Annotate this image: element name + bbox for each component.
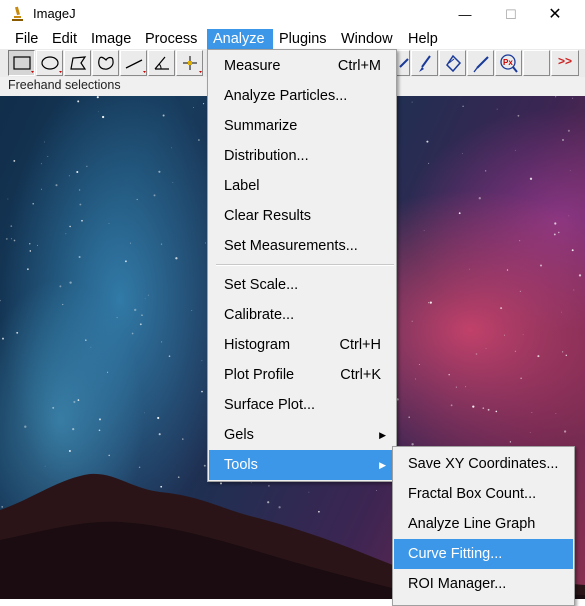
menu-item-label: Calibrate... bbox=[224, 307, 295, 323]
menu-item-gels[interactable]: Gels ▶ bbox=[209, 420, 395, 450]
menu-item-shortcut: Ctrl+K bbox=[340, 367, 381, 383]
submenu-item-fractal-box-count[interactable]: Fractal Box Count... bbox=[394, 479, 573, 509]
menu-item-set-measurements[interactable]: Set Measurements... bbox=[209, 231, 395, 261]
brush-tool-button[interactable] bbox=[411, 50, 438, 76]
menu-item-label: Tools bbox=[224, 457, 258, 473]
oval-tool-button[interactable] bbox=[36, 50, 63, 76]
menu-item-clear-results[interactable]: Clear Results bbox=[209, 201, 395, 231]
menu-item-label: Distribution... bbox=[224, 148, 309, 164]
menu-window[interactable]: Window bbox=[336, 29, 401, 49]
paintbrush-icon bbox=[419, 55, 431, 72]
submenu-item-label: Curve Fitting... bbox=[408, 546, 503, 562]
line-tool-button[interactable] bbox=[120, 50, 147, 76]
menu-item-label: Clear Results bbox=[224, 208, 312, 224]
menu-item-label: Summarize bbox=[224, 118, 298, 134]
submenu-arrow-icon: ▶ bbox=[379, 430, 386, 440]
svg-text:Px: Px bbox=[503, 58, 513, 67]
microscope-icon bbox=[12, 6, 23, 21]
oval-selection-icon bbox=[41, 56, 62, 73]
wand-tool-button[interactable] bbox=[396, 50, 410, 76]
point-tool-button[interactable] bbox=[176, 50, 203, 76]
freehand-tool-button[interactable] bbox=[92, 50, 119, 76]
menu-plugins[interactable]: Plugins bbox=[274, 29, 335, 49]
menu-item-label: Measure bbox=[224, 58, 281, 74]
pixel-inspector-icon: Px bbox=[500, 54, 518, 73]
minimize-button[interactable]: — bbox=[442, 0, 488, 29]
menu-help[interactable]: Help bbox=[402, 29, 448, 49]
dropper-tool-button[interactable] bbox=[467, 50, 494, 76]
point-tool-icon bbox=[183, 56, 202, 73]
color-picker-icon bbox=[473, 56, 489, 73]
tools-submenu: Save XY Coordinates... Fractal Box Count… bbox=[392, 446, 575, 606]
menu-item-label: Label bbox=[224, 178, 260, 194]
pixel-inspector-button[interactable]: Px bbox=[495, 50, 522, 76]
menu-item-label: Set Scale... bbox=[224, 277, 299, 293]
submenu-item-save-xy-coordinates[interactable]: Save XY Coordinates... bbox=[394, 449, 573, 479]
window-title: ImageJ bbox=[33, 6, 76, 21]
empty-tool-slot[interactable] bbox=[523, 50, 550, 76]
menu-item-summarize[interactable]: Summarize bbox=[209, 111, 395, 141]
submenu-item-curve-fitting[interactable]: Curve Fitting... bbox=[394, 539, 573, 569]
submenu-arrow-icon: ▶ bbox=[379, 460, 386, 470]
angle-tool-icon bbox=[154, 56, 169, 70]
menu-item-label: Plot Profile bbox=[224, 367, 295, 383]
menu-item-label: Surface Plot... bbox=[224, 397, 316, 413]
submenu-item-analyze-line-graph[interactable]: Analyze Line Graph bbox=[394, 509, 573, 539]
more-tools-label: >> bbox=[558, 54, 573, 68]
submenu-item-label: Save XY Coordinates... bbox=[408, 456, 559, 472]
menu-item-histogram[interactable]: Histogram Ctrl+H bbox=[209, 330, 395, 360]
menu-item-calibrate[interactable]: Calibrate... bbox=[209, 300, 395, 330]
menu-item-set-scale[interactable]: Set Scale... bbox=[209, 270, 395, 300]
menu-item-shortcut: Ctrl+M bbox=[337, 58, 381, 74]
menu-separator bbox=[216, 264, 394, 266]
status-bar-text: Freehand selections bbox=[8, 78, 121, 92]
menu-item-label: Set Measurements... bbox=[224, 238, 358, 254]
menu-bar: File Edit Image Process Analyze Plugins … bbox=[0, 29, 585, 49]
rectangle-tool-button[interactable] bbox=[8, 50, 35, 76]
more-tools-button[interactable]: >> bbox=[551, 50, 579, 76]
freehand-selection-icon bbox=[98, 56, 114, 70]
submenu-item-label: Fractal Box Count... bbox=[408, 486, 537, 502]
submenu-item-label: ROI Manager... bbox=[408, 576, 507, 592]
polygon-selection-icon bbox=[70, 56, 87, 70]
menu-item-shortcut: Ctrl+H bbox=[339, 337, 382, 353]
menu-analyze[interactable]: Analyze bbox=[207, 29, 273, 49]
menu-image[interactable]: Image bbox=[84, 29, 143, 49]
menu-item-analyze-particles[interactable]: Analyze Particles... bbox=[209, 81, 395, 111]
title-bar: ImageJ — ☐ ✕ bbox=[0, 0, 585, 29]
maximize-button[interactable]: ☐ bbox=[488, 0, 534, 29]
rectangle-selection-icon bbox=[13, 56, 34, 73]
angle-tool-button[interactable] bbox=[148, 50, 175, 76]
menu-process[interactable]: Process bbox=[139, 29, 209, 49]
fill-tool-button[interactable] bbox=[439, 50, 466, 76]
menu-file[interactable]: File bbox=[8, 29, 49, 49]
menu-item-measure[interactable]: Measure Ctrl+M bbox=[209, 51, 395, 81]
menu-item-distribution[interactable]: Distribution... bbox=[209, 141, 395, 171]
menu-item-label: Analyze Particles... bbox=[224, 88, 348, 104]
menu-item-surface-plot[interactable]: Surface Plot... bbox=[209, 390, 395, 420]
polygon-tool-button[interactable] bbox=[64, 50, 91, 76]
menu-item-plot-profile[interactable]: Plot Profile Ctrl+K bbox=[209, 360, 395, 390]
analyze-menu: Measure Ctrl+M Analyze Particles... Summa… bbox=[207, 49, 397, 482]
menu-item-label: Gels bbox=[224, 427, 254, 443]
straight-line-icon bbox=[125, 59, 146, 73]
menu-item-label: Histogram bbox=[224, 337, 291, 353]
flood-fill-icon bbox=[446, 54, 462, 73]
menu-item-tools[interactable]: Tools ▶ bbox=[209, 450, 395, 480]
submenu-item-label: Analyze Line Graph bbox=[408, 516, 536, 532]
close-button[interactable]: ✕ bbox=[532, 0, 578, 29]
menu-item-label-tool[interactable]: Label bbox=[209, 171, 395, 201]
wand-tool-icon bbox=[399, 58, 409, 68]
submenu-item-roi-manager[interactable]: ROI Manager... bbox=[394, 569, 573, 599]
